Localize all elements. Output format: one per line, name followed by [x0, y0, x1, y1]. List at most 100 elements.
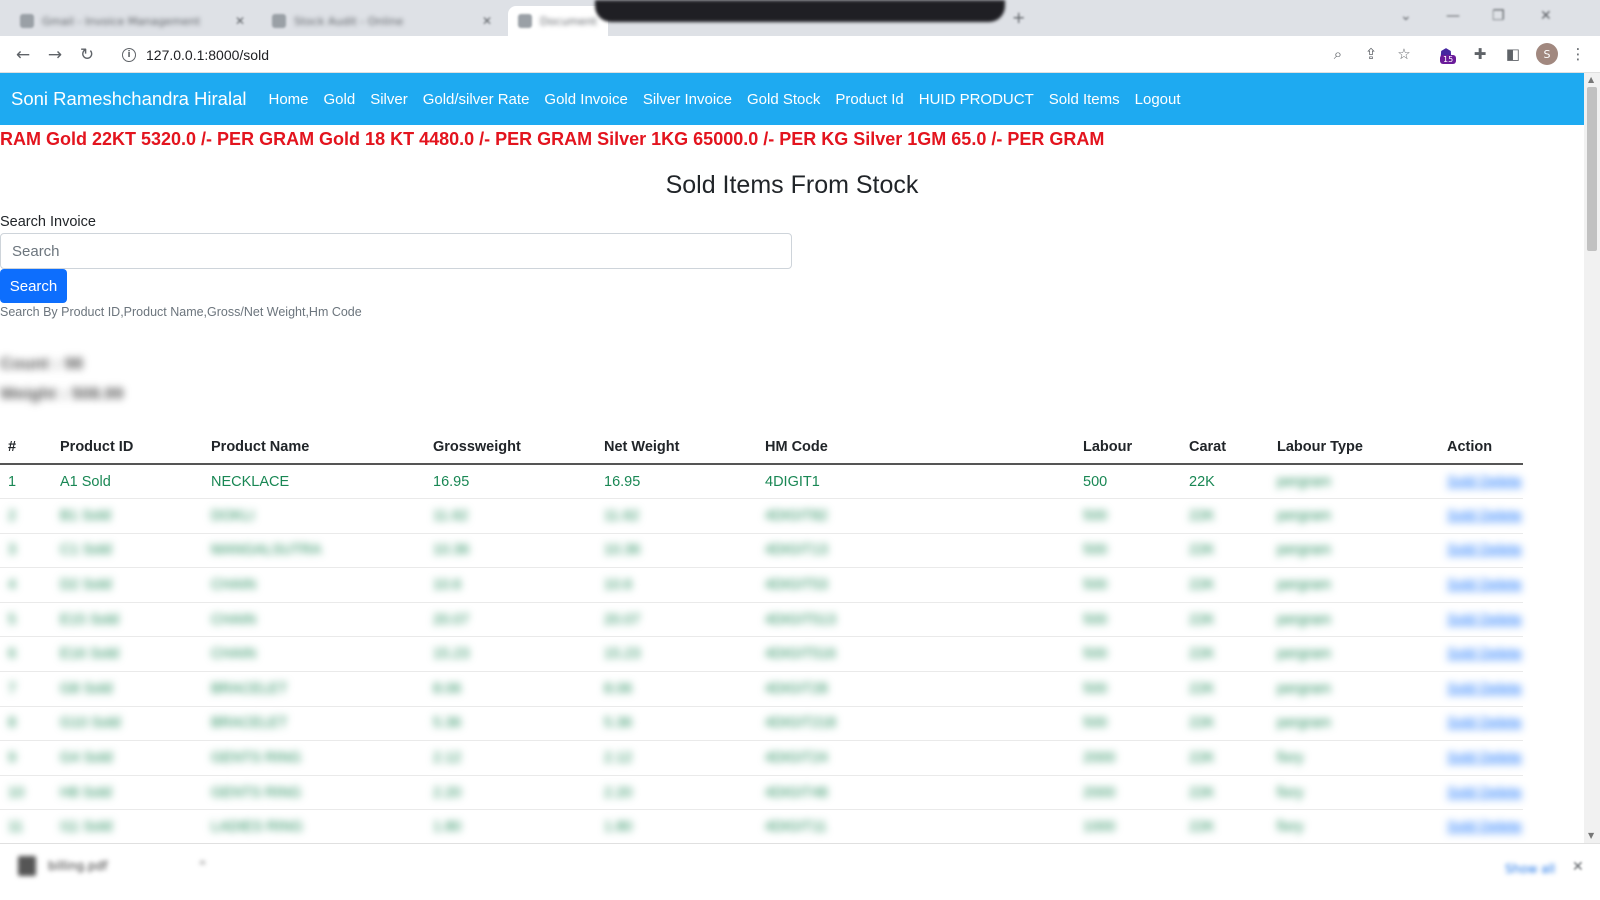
cell-labour-type: pergram	[1269, 533, 1439, 569]
minimize-icon[interactable]: —	[1446, 8, 1460, 24]
restore-icon[interactable]: ❐	[1492, 8, 1505, 24]
nav-silver-invoice[interactable]: Silver Invoice	[643, 91, 732, 108]
sold-delete-link[interactable]: Sold Delete	[1447, 785, 1522, 801]
cell-action: Sold Delete	[1439, 706, 1523, 742]
scrollbar-thumb[interactable]	[1587, 87, 1597, 251]
extensions-puzzle-icon[interactable]: ✚	[1470, 44, 1490, 64]
tab-favicon-icon	[20, 14, 34, 28]
cell-hm-code: 4DIGIT218	[757, 706, 1075, 742]
nav-gold[interactable]: Gold	[324, 91, 356, 108]
bookmark-star-icon[interactable]: ☆	[1394, 44, 1414, 64]
close-icon[interactable]: ✕	[1572, 859, 1584, 875]
sold-delete-link[interactable]: Sold Delete	[1447, 819, 1522, 835]
close-icon[interactable]: ✕	[482, 14, 492, 28]
browser-tab[interactable]: Stock Audit - Online ✕	[262, 6, 502, 36]
col-product-name: Product Name	[203, 430, 425, 465]
cell-hm-code: 4DIGIT53	[757, 567, 1075, 603]
share-icon[interactable]: ⇪	[1361, 44, 1381, 64]
download-filename: billing.pdf	[48, 859, 108, 873]
col-action: Action	[1439, 430, 1523, 465]
show-all-downloads-link[interactable]: Show all	[1505, 862, 1555, 876]
cell-labour: 500	[1075, 706, 1181, 742]
cell-labour-type: pergram	[1269, 567, 1439, 603]
cell-product-id: C1 Sold	[52, 533, 203, 569]
cell-labour: 1000	[1075, 809, 1181, 843]
cell-action: Sold Delete	[1439, 567, 1523, 603]
sold-delete-link[interactable]: Sold Delete	[1447, 750, 1522, 766]
nav-product-id[interactable]: Product Id	[835, 91, 903, 108]
scroll-down-icon[interactable]: ▼	[1588, 831, 1594, 840]
menu-kebab-icon[interactable]: ⋮	[1568, 44, 1588, 64]
chevron-up-icon[interactable]: ⌃	[197, 859, 207, 873]
new-tab-icon[interactable]: +	[1012, 8, 1025, 27]
cell-action: Sold Delete	[1439, 533, 1523, 569]
address-bar[interactable]: i 127.0.0.1:8000/sold	[112, 40, 1362, 69]
cell-labour-type: fixry	[1269, 809, 1439, 843]
zoom-icon[interactable]: ⌕	[1328, 44, 1348, 64]
cell-hm-code: 4DIGIT82	[757, 498, 1075, 534]
close-icon[interactable]: ✕	[235, 14, 245, 28]
nav-logout[interactable]: Logout	[1135, 91, 1181, 108]
profile-avatar[interactable]: S	[1536, 43, 1558, 65]
file-icon	[18, 856, 36, 876]
cell-index: 9	[0, 740, 52, 776]
cell-action: Sold Delete	[1439, 602, 1523, 638]
sold-delete-link[interactable]: Sold Delete	[1447, 646, 1522, 662]
cell-carat: 22K	[1181, 740, 1269, 776]
cell-labour: 500	[1075, 464, 1181, 500]
brand-name[interactable]: Soni Rameshchandra Hiralal	[11, 88, 246, 110]
nav-huid-product[interactable]: HUID PRODUCT	[919, 91, 1034, 108]
search-button[interactable]: Search	[0, 269, 67, 303]
nav-sold-items[interactable]: Sold Items	[1049, 91, 1120, 108]
sold-delete-link[interactable]: Sold Delete	[1447, 508, 1522, 524]
sold-delete-link[interactable]: Sold Delete	[1447, 577, 1522, 593]
search-input[interactable]	[0, 233, 792, 269]
cell-index: 11	[0, 809, 52, 843]
cell-grossweight: 10.36	[425, 533, 596, 569]
cell-action: Sold Delete	[1439, 498, 1523, 534]
site-info-icon[interactable]: i	[122, 47, 136, 62]
sold-delete-link[interactable]: Sold Delete	[1447, 542, 1522, 558]
cell-grossweight: 1.80	[425, 809, 596, 843]
cell-product-id: G8 Sold	[52, 671, 203, 707]
cell-hm-code: 4DIGIT516	[757, 636, 1075, 673]
close-window-icon[interactable]: ✕	[1540, 8, 1552, 24]
page-scrollbar[interactable]: ▲ ▼	[1584, 73, 1600, 843]
download-shelf: billing.pdf ⌃ Show all ✕	[0, 843, 1600, 900]
cell-hm-code: 4DIGIT48	[757, 775, 1075, 811]
sold-count: Count : 98	[0, 354, 84, 373]
cell-carat: 22K	[1181, 464, 1269, 500]
reload-icon[interactable]: ↻	[74, 42, 100, 68]
browser-tab-active[interactable]: Document	[508, 6, 608, 36]
nav-gold-invoice[interactable]: Gold Invoice	[544, 91, 627, 108]
tab-title: Document	[540, 14, 597, 28]
cell-product-id: B1 Sold	[52, 498, 203, 534]
side-panel-icon[interactable]: ◧	[1503, 44, 1523, 64]
nav-gold-silver-rate[interactable]: Gold/silver Rate	[423, 91, 530, 108]
browser-tab[interactable]: Gmail - Invoice Management ✕	[10, 6, 255, 36]
cell-product-name: NECKLACE	[203, 464, 425, 500]
cell-net-weight: 15.23	[596, 636, 757, 673]
cell-hm-code: 4DIGIT11	[757, 809, 1075, 843]
cell-grossweight: 15.23	[425, 636, 596, 673]
scroll-up-icon[interactable]: ▲	[1588, 75, 1594, 84]
col-labour: Labour	[1075, 430, 1181, 465]
cell-carat: 22K	[1181, 602, 1269, 638]
back-icon[interactable]: ←	[10, 42, 36, 68]
sold-delete-link[interactable]: Sold Delete	[1447, 612, 1522, 628]
cell-product-name: CHAIN	[203, 567, 425, 603]
cell-index: 2	[0, 498, 52, 534]
screen-share-bar[interactable]	[595, 0, 1005, 22]
nav-silver[interactable]: Silver	[370, 91, 408, 108]
download-item[interactable]: billing.pdf ⌃	[18, 856, 208, 876]
nav-home[interactable]: Home	[268, 91, 308, 108]
tab-search-icon[interactable]: ⌄	[1400, 8, 1412, 24]
cell-hm-code: 4DIGIT513	[757, 602, 1075, 638]
cell-index: 8	[0, 706, 52, 742]
sold-delete-link[interactable]: Sold Delete	[1447, 681, 1522, 697]
sold-delete-link[interactable]: Sold Delete	[1447, 715, 1522, 731]
sold-delete-link[interactable]: Sold Delete	[1447, 474, 1522, 490]
forward-icon[interactable]: →	[42, 42, 68, 68]
nav-gold-stock[interactable]: Gold Stock	[747, 91, 820, 108]
table-row: 6 E16 Sold CHAIN 15.23 15.23 4DIGIT516 500 22K p…	[0, 636, 1523, 673]
